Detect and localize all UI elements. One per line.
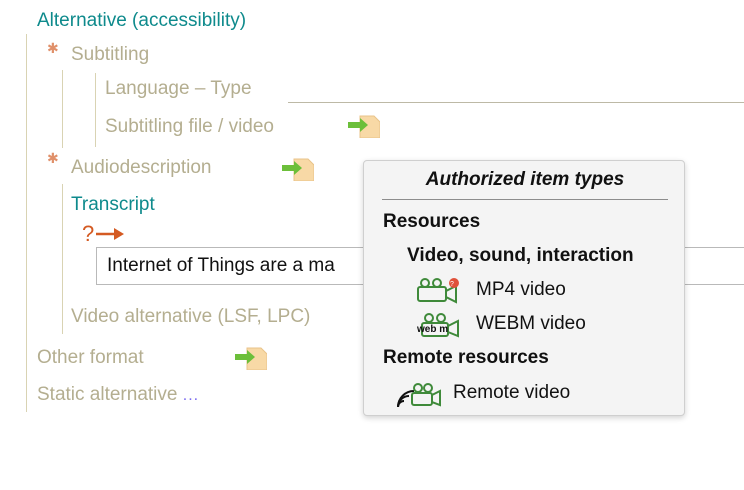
- svg-text:web m: web m: [416, 324, 448, 335]
- insert-item-icon[interactable]: [280, 157, 314, 181]
- mp4-item-label: MP4 video: [476, 279, 566, 300]
- insert-item-icon[interactable]: [346, 114, 380, 138]
- tree-guide-subtitling-inner: [95, 73, 96, 147]
- webm-item-label: WEBM video: [476, 313, 586, 334]
- popup-title: Authorized item types: [425, 169, 625, 190]
- static-alternative-label[interactable]: Static alternative ...: [37, 384, 199, 406]
- popup-item-remote-video[interactable]: Remote video: [396, 379, 656, 411]
- static-alternative-text: Static alternative: [37, 384, 178, 405]
- other-format-label[interactable]: Other format: [37, 347, 144, 369]
- transcript-label[interactable]: Transcript: [71, 194, 155, 216]
- section-remote-resources: Remote resources: [383, 347, 549, 368]
- svg-text:?: ?: [82, 221, 94, 246]
- language-type-label: Language – Type: [105, 78, 252, 99]
- mp4-video-icon: ?: [417, 278, 459, 304]
- authorized-item-types-popup: Authorized item types Resources Video, s…: [363, 160, 685, 416]
- subtitling-label[interactable]: Subtitling: [71, 44, 149, 66]
- popup-item-webm[interactable]: web m WEBM video: [416, 310, 656, 340]
- popup-item-mp4[interactable]: ? MP4 video: [416, 276, 656, 306]
- tree-guide-level2: [62, 184, 63, 334]
- required-star-icon: ✱: [47, 40, 59, 56]
- popup-divider: [382, 199, 668, 200]
- remote-video-icon: [397, 383, 441, 408]
- tree-guide-subtitling: [62, 70, 63, 148]
- remote-video-item-label: Remote video: [453, 382, 571, 403]
- subtitling-file-video-label: Subtitling file / video: [105, 116, 274, 137]
- tree-guide-root: [26, 34, 27, 412]
- section-resources: Resources: [383, 211, 481, 232]
- webm-video-icon: web m: [416, 313, 459, 338]
- video-alternative-label[interactable]: Video alternative (LSF, LPC): [71, 306, 310, 328]
- subsection-video-sound-interaction: Video, sound, interaction: [407, 245, 634, 266]
- language-type-input[interactable]: [288, 102, 744, 103]
- alternative-accessibility-label[interactable]: Alternative (accessibility): [37, 10, 246, 32]
- svg-text:?: ?: [450, 281, 454, 288]
- insert-item-icon[interactable]: [233, 346, 267, 370]
- required-star-icon: ✱: [47, 150, 59, 166]
- audiodescription-label[interactable]: Audiodescription: [71, 157, 211, 179]
- more-options-icon[interactable]: ...: [183, 387, 199, 404]
- question-arrow-icon[interactable]: ?: [82, 220, 128, 246]
